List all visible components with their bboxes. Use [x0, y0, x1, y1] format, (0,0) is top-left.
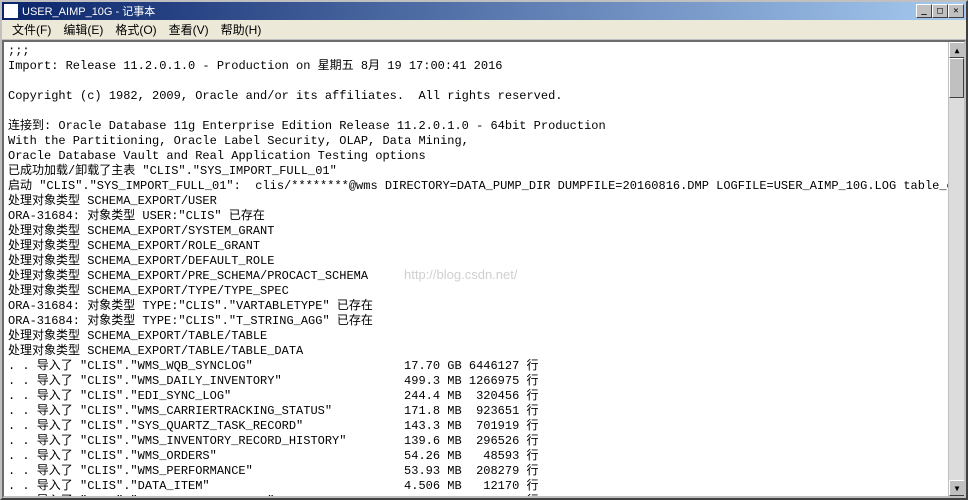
watermark-text: http://blog.csdn.net/ — [404, 267, 517, 282]
scroll-thumb[interactable] — [949, 58, 964, 98]
scroll-down-button[interactable]: ▼ — [949, 480, 965, 496]
app-icon — [4, 4, 18, 18]
close-button[interactable]: ✕ — [948, 4, 964, 18]
window-title: USER_AIMP_10G - 记事本 — [22, 3, 916, 19]
menu-help[interactable]: 帮助(H) — [215, 19, 268, 40]
menu-format[interactable]: 格式(O) — [109, 19, 162, 40]
window-controls: _ □ ✕ — [916, 4, 964, 18]
editor-area: ;;; Import: Release 11.2.0.1.0 - Product… — [2, 40, 966, 498]
scroll-up-button[interactable]: ▲ — [949, 42, 965, 58]
maximize-button[interactable]: □ — [932, 4, 948, 18]
menu-edit[interactable]: 编辑(E) — [57, 19, 109, 40]
notepad-window: USER_AIMP_10G - 记事本 _ □ ✕ 文件(F) 编辑(E) 格式… — [0, 0, 968, 500]
menu-file[interactable]: 文件(F) — [6, 19, 57, 40]
menubar: 文件(F) 编辑(E) 格式(O) 查看(V) 帮助(H) — [2, 20, 966, 40]
vertical-scrollbar[interactable]: ▲ ▼ — [948, 42, 964, 496]
titlebar[interactable]: USER_AIMP_10G - 记事本 _ □ ✕ — [2, 2, 966, 20]
scroll-track[interactable] — [949, 98, 964, 480]
text-content[interactable]: ;;; Import: Release 11.2.0.1.0 - Product… — [4, 42, 948, 496]
minimize-button[interactable]: _ — [916, 4, 932, 18]
menu-view[interactable]: 查看(V) — [163, 19, 215, 40]
